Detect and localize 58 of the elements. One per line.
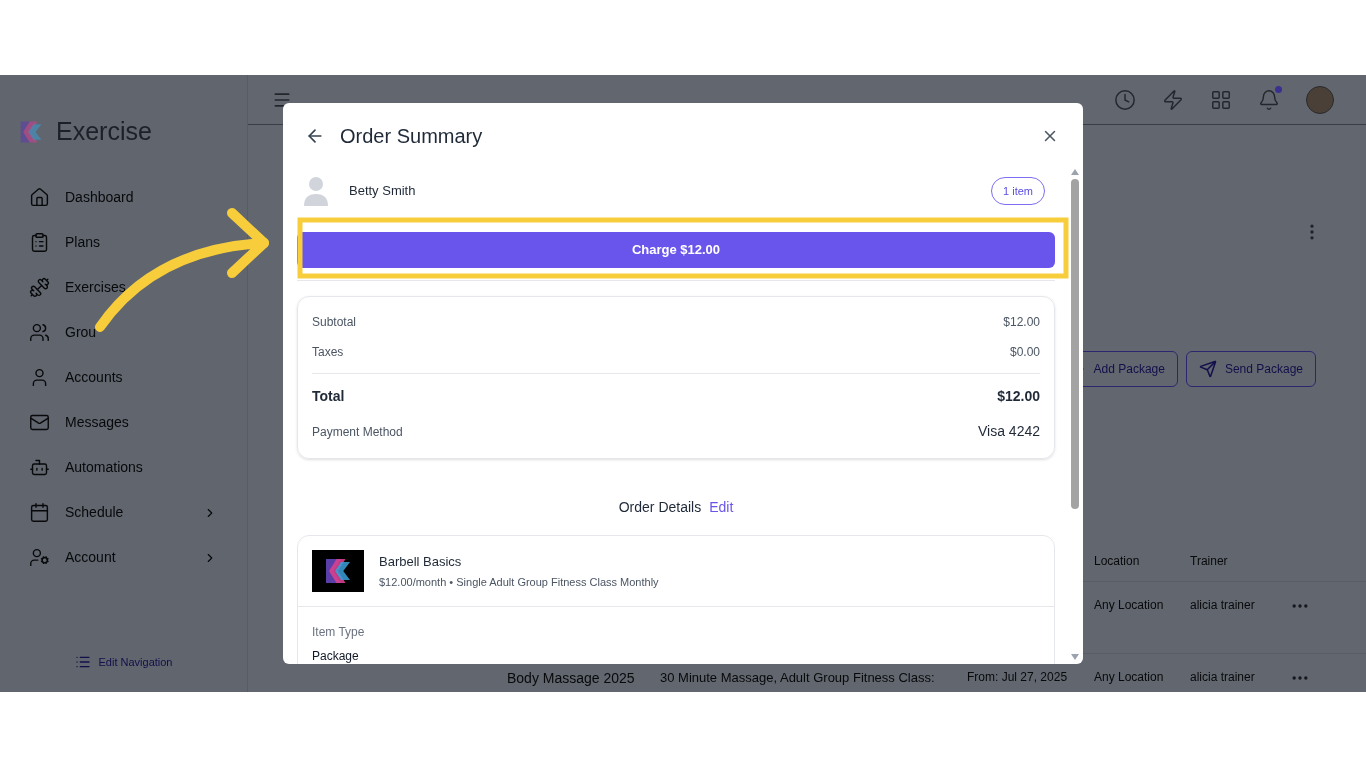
nav-item[interactable]: Grou (0, 310, 247, 355)
scroll-up-icon[interactable] (1071, 169, 1079, 175)
calendar-icon (29, 502, 50, 523)
envelope-icon (29, 412, 50, 433)
table-cell-text: alicia trainer (1190, 669, 1256, 686)
order-details-heading: Order Details (618, 498, 702, 517)
nav-item[interactable]: Dashboard (0, 175, 247, 220)
customer-name: Betty Smith (349, 182, 416, 201)
nav-item[interactable]: Schedule (0, 490, 247, 535)
scrollbar-thumb[interactable] (1071, 179, 1079, 509)
logo-icon (323, 556, 353, 586)
nav-item[interactable]: Automations (0, 445, 247, 490)
dumbbell-icon (29, 277, 50, 298)
edit-link[interactable]: Edit (709, 497, 734, 518)
brand-name: Exercise (56, 116, 152, 148)
bell-icon[interactable] (1258, 88, 1280, 111)
column-header: Location (1094, 553, 1141, 570)
people-icon (29, 322, 50, 343)
item-name: Barbell Basics (379, 552, 463, 571)
table-cell-text: Body Massage 2025 (507, 669, 636, 688)
scroll-down-icon[interactable] (1071, 654, 1079, 660)
person-gear-icon (29, 547, 50, 568)
paper-plane-icon (1198, 360, 1217, 378)
logo-icon (18, 119, 44, 145)
nav-item[interactable]: Plans (0, 220, 247, 265)
person-silhouette-icon (303, 175, 329, 207)
field-value: Package (312, 648, 360, 664)
edit-navigation-link[interactable]: Edit Navigation (0, 653, 247, 670)
summary-value: $0.00 (1009, 344, 1040, 361)
summary-label: Taxes (312, 344, 344, 361)
dialog-title: Order Summary (340, 124, 483, 149)
column-header: Trainer (1190, 553, 1229, 570)
summary-label: Subtotal (312, 314, 357, 331)
home-icon (29, 187, 50, 208)
table-cell-text: From: Jul 27, 2025 (967, 669, 1069, 686)
clipboard-icon (29, 232, 50, 253)
item-description: $12.00/month • Single Adult Group Fitness Class Monthly (379, 575, 659, 590)
summary-label: Total (312, 387, 345, 406)
field-label: Item Type (312, 624, 366, 641)
lightning-icon[interactable] (1162, 88, 1184, 111)
table-cell-text: 30 Minute Massage, Adult Group Fitness Class: (660, 669, 936, 687)
summary-value: $12.00 (1003, 314, 1040, 331)
send-package-button[interactable]: Send Package (1185, 351, 1316, 387)
nav-item[interactable]: Accounts (0, 355, 247, 400)
summary-label: Payment Method (312, 423, 403, 441)
nav-item[interactable]: Account (0, 535, 247, 580)
table-cell-text: alicia trainer (1190, 597, 1256, 614)
nav-item[interactable]: Exercises (0, 265, 247, 310)
charge-button[interactable]: Charge $12.00 (297, 232, 1055, 268)
summary-value: $12.00 (997, 387, 1040, 406)
clock-icon[interactable] (1114, 88, 1136, 111)
table-cell-text: Any Location (1094, 597, 1165, 614)
grid-icon[interactable] (1210, 88, 1232, 111)
robot-icon (29, 457, 50, 478)
nav-item[interactable]: Messages (0, 400, 247, 445)
avatar[interactable] (1306, 85, 1334, 114)
summary-value: Visa 4242 (978, 422, 1040, 441)
table-cell-text: Any Location (1094, 669, 1165, 686)
